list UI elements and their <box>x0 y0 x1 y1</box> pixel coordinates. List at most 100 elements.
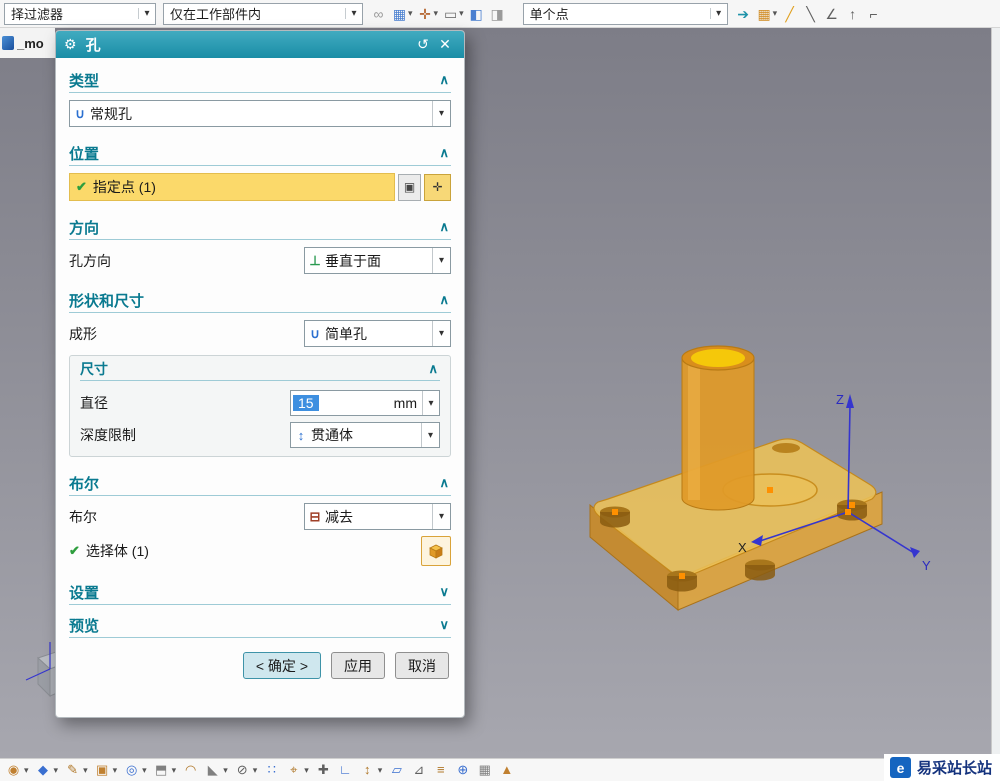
part-body[interactable] <box>589 345 883 612</box>
point-on-curve-icon[interactable]: ✛ <box>417 4 434 24</box>
grid-display-icon[interactable]: ▦ <box>477 761 492 779</box>
profile-snap-icon[interactable]: ⌐ <box>865 4 882 24</box>
axis-icon-caret[interactable]: ▾ <box>378 765 383 776</box>
snap-point-icon[interactable]: ▦ <box>391 4 408 24</box>
hole-icon-caret[interactable]: ▾ <box>142 765 147 776</box>
section-position-title: 位置 <box>69 145 100 163</box>
chevron-up-icon[interactable]: ∧ <box>439 72 451 88</box>
chevron-up-icon[interactable]: ∧ <box>428 361 440 377</box>
point-method-combo[interactable]: 单个点 ▾ <box>522 2 728 25</box>
cancel-button[interactable]: 取消 <box>395 652 449 679</box>
sketch-icon-caret[interactable]: ▾ <box>83 765 88 776</box>
section-boolean-title: 布尔 <box>69 475 100 493</box>
chevron-down-icon[interactable]: ▾ <box>432 321 450 346</box>
sketch-line-icon[interactable]: ╱ <box>781 4 798 24</box>
diameter-input[interactable]: 15 <box>293 395 319 411</box>
layers-icon[interactable]: ≡ <box>433 761 448 779</box>
selection-scope-combo[interactable]: 仅在工作部件内 ▾ <box>163 2 363 25</box>
selection-filter-combo[interactable]: 择过滤器 ▾ <box>4 2 156 25</box>
point-constructor-button[interactable]: ✛ <box>424 173 451 201</box>
section-position-header[interactable]: 位置 ∧ <box>69 141 451 166</box>
chevron-down-icon[interactable]: ▾ <box>432 504 450 529</box>
chevron-up-icon[interactable]: ∧ <box>439 219 451 235</box>
angle-measure-icon[interactable]: ⊿ <box>411 761 426 779</box>
axis-icon[interactable]: ↕ <box>360 761 375 779</box>
chevron-down-icon[interactable]: ▾ <box>709 8 727 19</box>
trim-body-icon[interactable]: ⊘ <box>235 761 250 779</box>
ok-button[interactable]: < 确定 > <box>242 652 321 679</box>
chevron-up-icon[interactable]: ∧ <box>439 475 451 491</box>
depth-limit-combo[interactable]: ↕ 贯通体 ▾ <box>290 422 440 448</box>
dialog-header[interactable]: ⚙ 孔 ↺ ✕ <box>56 31 464 58</box>
datum-csys-icon[interactable]: ∟ <box>338 761 353 779</box>
sketch-slash-icon[interactable]: ╲ <box>802 4 819 24</box>
move-object-icon[interactable]: ✚ <box>316 761 331 779</box>
chevron-down-icon[interactable]: ▾ <box>421 423 439 447</box>
part-tab[interactable]: _mo <box>0 28 55 58</box>
hole-direction-combo[interactable]: ⊥ 垂直于面 ▾ <box>304 247 451 274</box>
vertical-snap-icon[interactable]: ↑ <box>844 4 861 24</box>
sketch-icon[interactable]: ✎ <box>65 761 80 779</box>
selection-rectangle-icon[interactable]: ▭ <box>442 4 459 24</box>
point-dialog-button[interactable]: ▣ <box>398 173 421 201</box>
plane-icon[interactable]: ▱ <box>389 761 404 779</box>
bottom-toolbar: ◉ ▾ ◆ ▾ ✎ ▾ ▣ ▾ ◎ ▾ ⬒ ▾ ◠ ◣ ▾ ⊘ ▾ ∷ ⌖ ▾ ✚ ∟ ↕ ▾ ▱ ⊿ ≡ ⊕ ▦ ▲ <box>0 758 1000 781</box>
apply-button[interactable]: 应用 <box>331 652 385 679</box>
selection-rectangle-icon-caret[interactable]: ▾ <box>459 8 464 19</box>
info-icon[interactable]: ⊕ <box>455 761 470 779</box>
chevron-down-icon[interactable]: ∨ <box>439 584 451 600</box>
section-settings-header[interactable]: 设置 ∨ <box>69 580 451 605</box>
view-orient-icon[interactable]: ◉ <box>6 761 21 779</box>
hole-type-combo[interactable]: ∪ 常规孔 ▾ <box>69 100 451 127</box>
diameter-field[interactable]: 15 mm ▾ <box>290 390 440 416</box>
view-orient-icon-caret[interactable]: ▾ <box>24 765 29 776</box>
specify-point-field[interactable]: ✔ 指定点 (1) <box>69 173 395 201</box>
chevron-up-icon[interactable]: ∧ <box>439 292 451 308</box>
hole-icon[interactable]: ◎ <box>124 761 139 779</box>
chevron-down-icon[interactable]: ▾ <box>432 101 450 126</box>
chevron-down-icon[interactable]: ▾ <box>138 8 155 19</box>
chevron-down-icon[interactable]: ▾ <box>432 248 450 273</box>
extrude-icon[interactable]: ▣ <box>95 761 110 779</box>
chevron-down-icon[interactable]: ▾ <box>345 8 362 19</box>
section-preview-header[interactable]: 预览 ∨ <box>69 613 451 638</box>
chamfer-icon[interactable]: ◣ <box>205 761 220 779</box>
boolean-combo[interactable]: ⊟ 减去 ▾ <box>304 503 451 530</box>
section-type-header[interactable]: 类型 ∧ <box>69 68 451 93</box>
solid-body-icon[interactable]: ◧ <box>468 4 485 24</box>
chevron-down-icon[interactable]: ▾ <box>422 391 439 415</box>
section-shape-header[interactable]: 形状和尺寸 ∧ <box>69 288 451 313</box>
form-combo[interactable]: ∪ 简单孔 ▾ <box>304 320 451 347</box>
datum-plane-icon-caret[interactable]: ▾ <box>54 765 59 776</box>
edge-blend-icon[interactable]: ◠ <box>183 761 198 779</box>
next-selection-icon[interactable]: ➔ <box>735 4 752 24</box>
section-boolean-header[interactable]: 布尔 ∧ <box>69 471 451 496</box>
extrude-icon-caret[interactable]: ▾ <box>113 765 118 776</box>
link-icon[interactable]: ∞ <box>370 4 387 24</box>
chamfer-icon-caret[interactable]: ▾ <box>223 765 228 776</box>
chevron-down-icon[interactable]: ∨ <box>439 617 451 633</box>
check-icon: ✔ <box>69 543 80 558</box>
annotation-icon[interactable]: ▲ <box>499 761 514 779</box>
facet-body-icon[interactable]: ◨ <box>489 4 506 24</box>
measure-icon-caret[interactable]: ▾ <box>304 765 309 776</box>
trim-body-icon-caret[interactable]: ▾ <box>253 765 258 776</box>
depth-limit-value: 贯通体 <box>311 427 353 443</box>
chevron-up-icon[interactable]: ∧ <box>439 145 451 161</box>
snap-grid-icon[interactable]: ▦ <box>756 4 773 24</box>
pattern-feature-icon[interactable]: ∷ <box>264 761 279 779</box>
datum-plane-icon[interactable]: ◆ <box>36 761 51 779</box>
measure-icon[interactable]: ⌖ <box>286 761 301 779</box>
unite-icon-caret[interactable]: ▾ <box>172 765 177 776</box>
section-size-header[interactable]: 尺寸 ∧ <box>80 358 440 381</box>
select-body-button[interactable] <box>421 536 451 566</box>
model-canvas[interactable]: Z Y X <box>530 330 950 660</box>
angle-snap-icon[interactable]: ∠ <box>823 4 840 24</box>
snap-grid-icon-caret[interactable]: ▾ <box>773 8 778 19</box>
snap-point-icon-caret[interactable]: ▾ <box>408 8 413 19</box>
section-direction-header[interactable]: 方向 ∧ <box>69 215 451 240</box>
unite-icon[interactable]: ⬒ <box>154 761 169 779</box>
close-button[interactable]: ✕ <box>434 36 456 53</box>
point-on-curve-icon-caret[interactable]: ▾ <box>434 8 439 19</box>
reset-button[interactable]: ↺ <box>412 36 434 53</box>
